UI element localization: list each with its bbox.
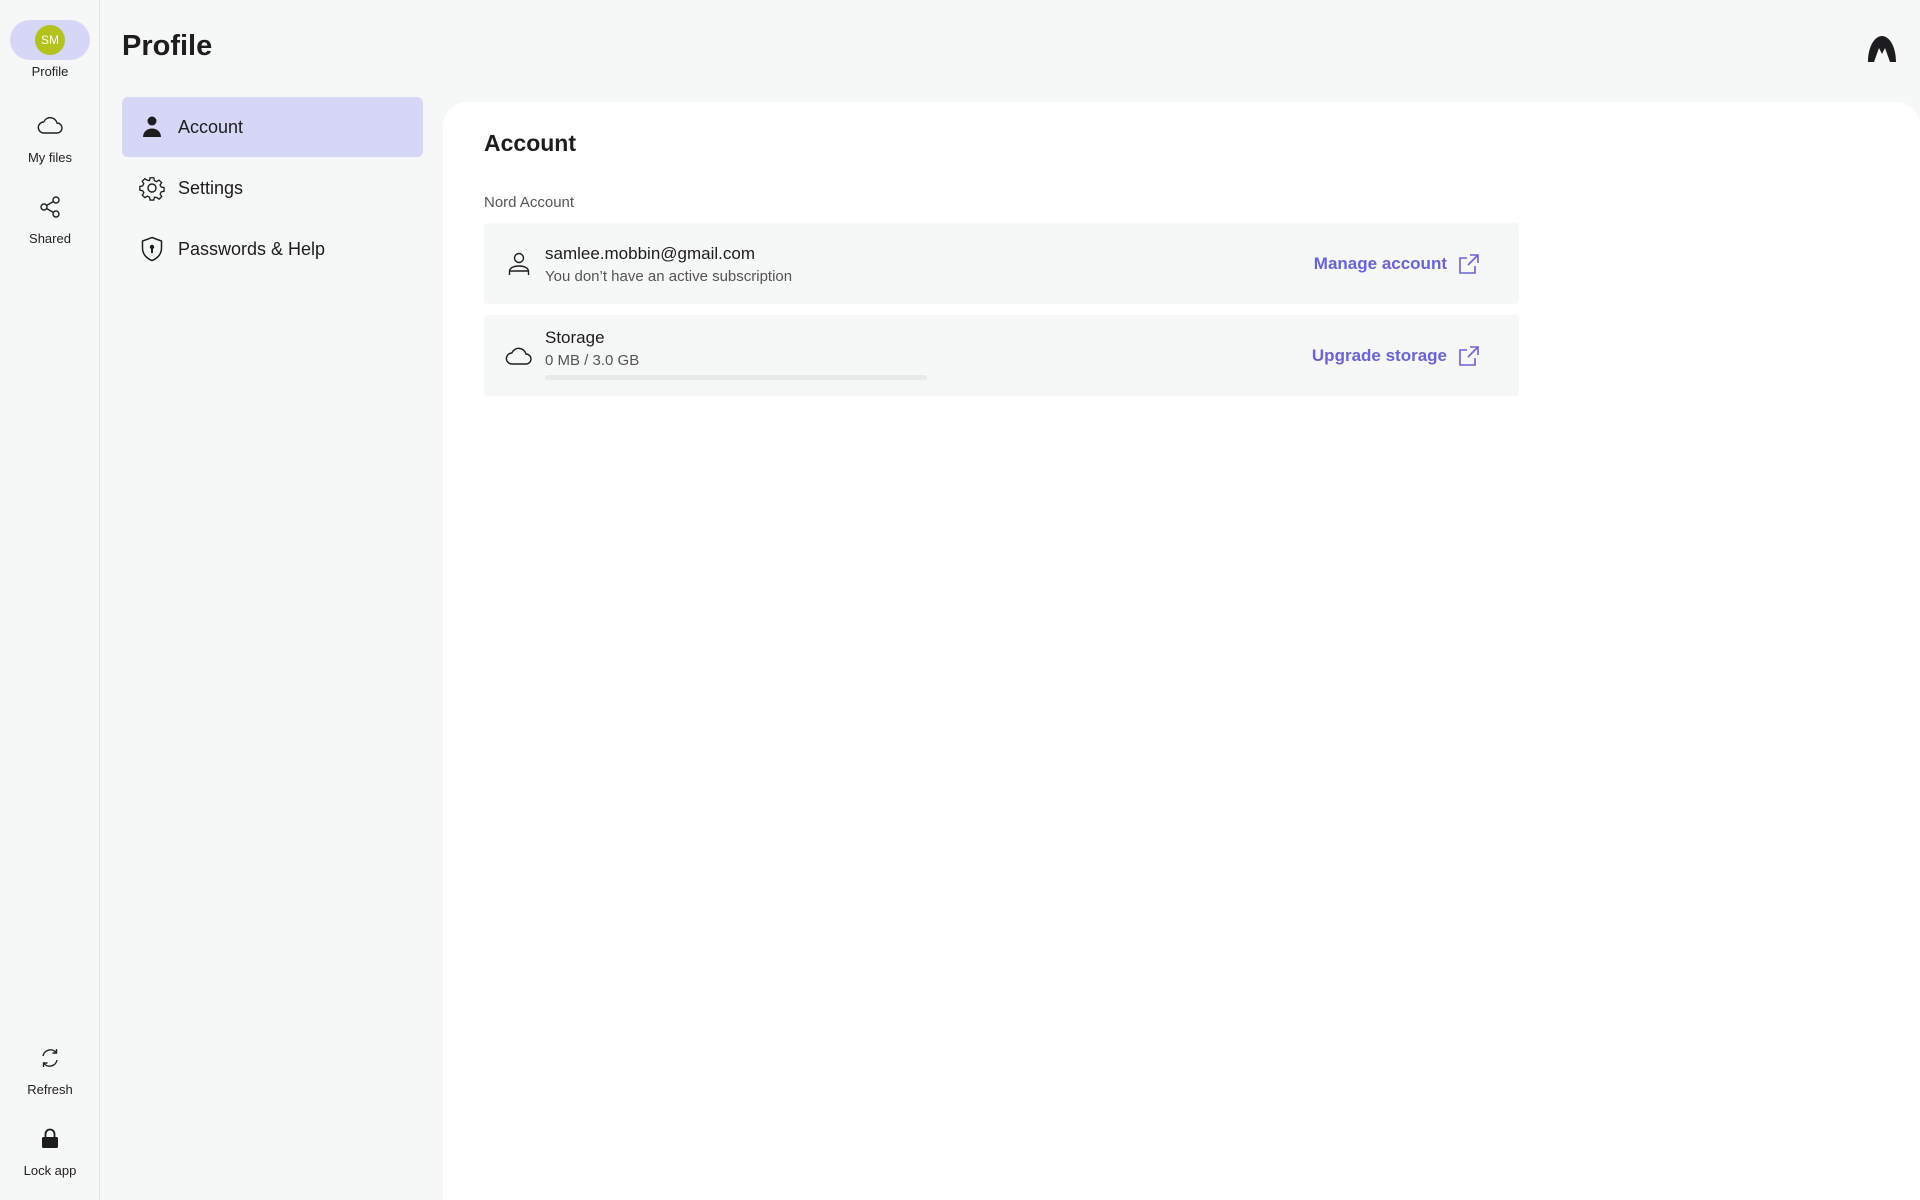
cloud-icon-wrap [10,106,90,146]
nordlocker-logo-icon [1868,36,1896,62]
upgrade-storage-link[interactable]: Upgrade storage [1312,315,1481,396]
nav-my-files-label: My files [27,150,73,165]
share-icon [40,196,60,218]
refresh-icon [42,1049,58,1067]
person-icon [143,116,161,137]
avatar: SM [35,25,65,55]
lock-icon-wrap [10,1119,90,1159]
subscription-status: You don’t have an active subscription [545,268,793,285]
menu-item-passwords-help[interactable]: Passwords & Help [122,219,423,279]
external-link-icon [1459,253,1479,274]
refresh-button[interactable]: Refresh [0,1038,100,1108]
nav-rail: SM Profile My files Shared Refresh Lock … [0,0,100,1200]
upgrade-storage-label: Upgrade storage [1311,345,1447,365]
profile-avatar-wrap: SM [10,20,90,60]
manage-account-link[interactable]: Manage account [1314,223,1481,304]
nav-shared[interactable]: Shared [0,187,100,257]
lock-icon [42,1128,58,1148]
manage-account-label: Manage account [1313,253,1447,273]
gear-icon [139,177,165,201]
menu-item-label: Account [178,116,244,137]
lock-app-label: Lock app [23,1163,77,1178]
refresh-label: Refresh [27,1082,73,1097]
external-link-icon [1459,345,1479,366]
group-label: Nord Account [484,194,575,211]
account-card: samlee.mobbin@gmail.com You don’t have a… [484,223,1519,304]
menu-item-account[interactable]: Account [122,97,423,157]
storage-usage: 0 MB / 3.0 GB [545,352,640,369]
page-title: Profile [122,30,213,62]
section-title: Account [484,130,576,156]
storage-title: Storage [545,328,605,347]
account-panel: Account Nord Account samlee.mobbin@gmail… [443,102,1920,1200]
shield-icon [141,236,163,262]
storage-card: Storage 0 MB / 3.0 GB Upgrade storage [484,315,1519,396]
refresh-icon-wrap [10,1038,90,1078]
nav-profile[interactable]: SM Profile [0,20,100,90]
menu-item-label: Passwords & Help [178,238,326,259]
lock-app-button[interactable]: Lock app [0,1119,100,1189]
storage-progress-bar [545,375,927,380]
profile-menu: Account Settings Passwords & Help [122,97,423,280]
menu-item-label: Settings [178,177,244,198]
cloud-icon [37,116,63,134]
share-icon-wrap [10,187,90,227]
nav-shared-label: Shared [29,231,71,246]
menu-item-settings[interactable]: Settings [122,158,423,218]
nav-profile-label: Profile [31,64,69,79]
cloud-icon [505,347,532,365]
nav-my-files[interactable]: My files [0,106,100,176]
app-window: SM Profile My files Shared Refresh Lock … [0,0,1920,1200]
account-email: samlee.mobbin@gmail.com [545,244,756,263]
user-outline-icon [508,252,530,275]
